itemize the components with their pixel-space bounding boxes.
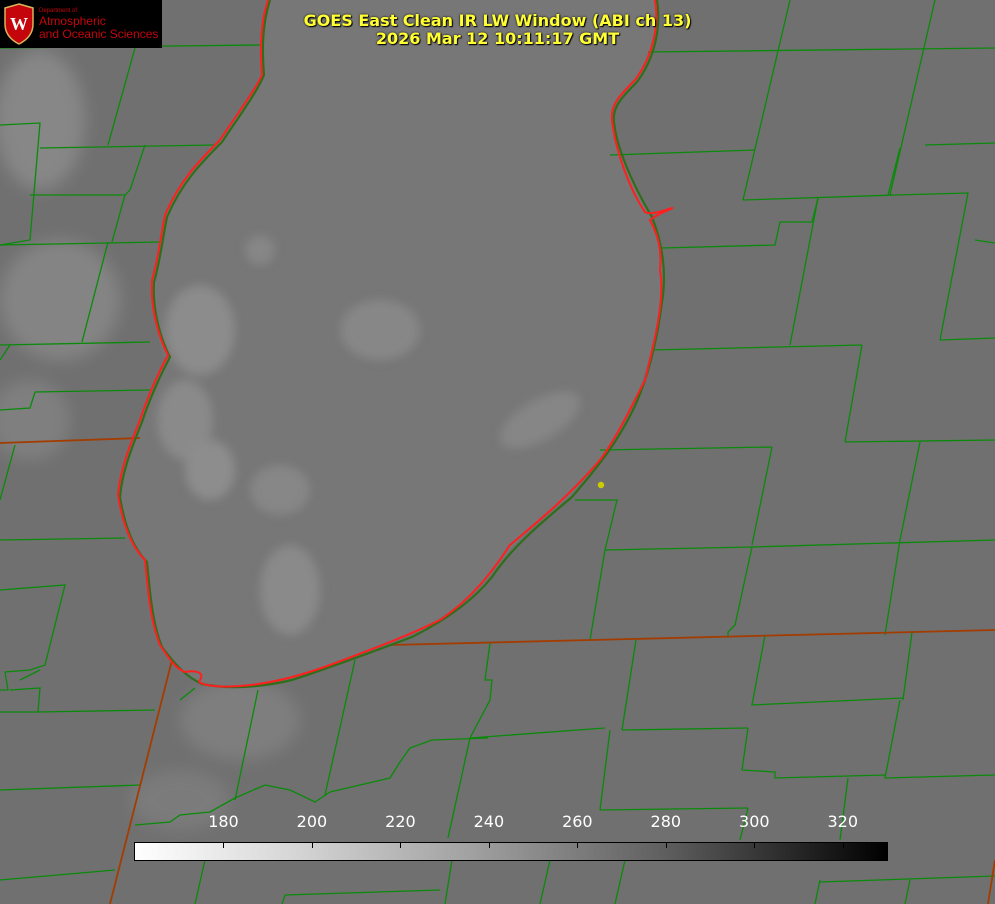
colorbar-tick-label: 320 xyxy=(827,812,859,831)
colorbar-tick-mark xyxy=(754,842,756,848)
point-marker xyxy=(597,481,605,489)
colorbar-tick-label: 240 xyxy=(473,812,505,831)
colorbar-tick-mark xyxy=(665,842,667,848)
image-title: GOES East Clean IR LW Window (ABI ch 13) xyxy=(303,11,692,30)
colorbar-tick-label: 180 xyxy=(208,812,239,831)
colorbar-tick-label: 200 xyxy=(296,812,328,831)
colorbar-tick-mark xyxy=(577,842,579,848)
colorbar-tick-label: 260 xyxy=(562,812,593,831)
satellite-image-view: W Department of Atmospheric and Oceanic … xyxy=(0,0,995,904)
map-canvas xyxy=(0,0,995,904)
colorbar-tick-label: 280 xyxy=(650,812,682,831)
colorbar-tick-label: 220 xyxy=(385,812,416,831)
image-timestamp: 2026 Mar 12 10:11:17 GMT xyxy=(375,29,620,48)
colorbar-tick-label: 300 xyxy=(739,812,770,831)
colorbar-tick-mark xyxy=(311,842,313,848)
colorbar-gradient xyxy=(134,842,888,861)
colorbar-tick-mark xyxy=(400,842,402,848)
colorbar-tick-mark xyxy=(488,842,490,848)
colorbar-tick-mark xyxy=(223,842,225,848)
colorbar-tick-mark xyxy=(842,842,844,848)
colorbar-legend: 180 200 220 240 260 280 300 320 xyxy=(134,812,888,861)
